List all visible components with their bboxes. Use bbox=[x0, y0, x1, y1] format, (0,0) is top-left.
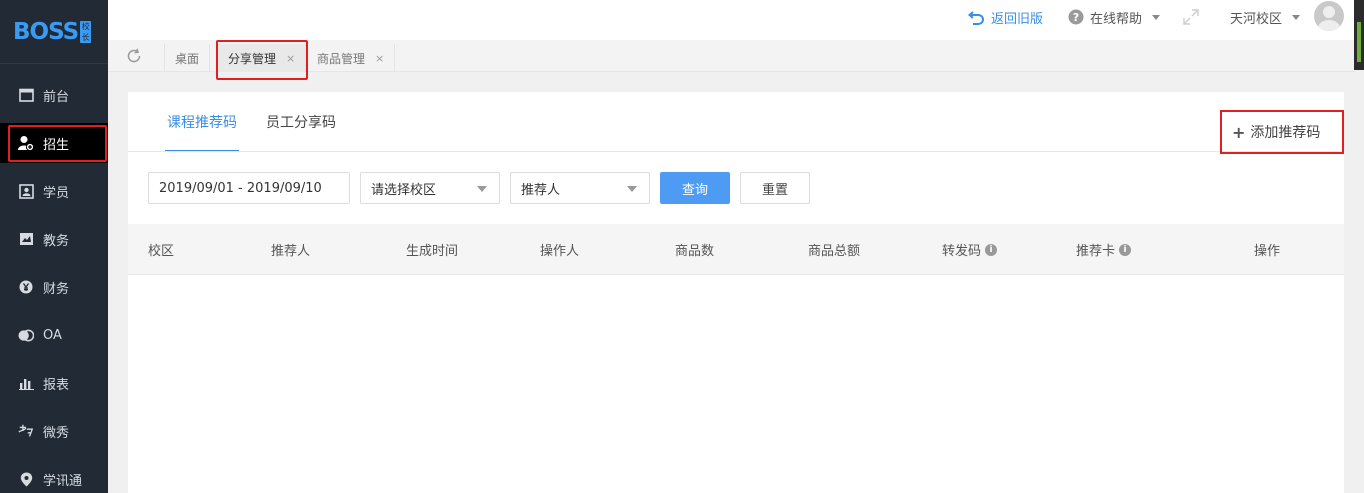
window-scrollbar[interactable] bbox=[1354, 0, 1364, 70]
subtab-divider bbox=[128, 151, 1344, 152]
calendar-icon bbox=[18, 87, 34, 103]
sidebar-item-xuexuntong[interactable]: 学讯通 bbox=[0, 459, 108, 493]
chevron-down-icon bbox=[477, 186, 487, 192]
sidebar-item-students[interactable]: 学员 bbox=[0, 171, 108, 211]
main-card: 课程推荐码 员工分享码 + 添加推荐码 2019/09/01 - 2019/09… bbox=[128, 92, 1344, 493]
app-logo[interactable]: BOSS 校长 bbox=[0, 0, 108, 64]
column-header: 商品数 bbox=[675, 244, 715, 259]
show-icon bbox=[18, 423, 34, 439]
sidebar-item-reports[interactable]: 报表 bbox=[0, 363, 108, 403]
column-label: 推荐卡 bbox=[1076, 244, 1116, 259]
tab-label: 商品管理 bbox=[317, 51, 366, 66]
back-to-old-version-link[interactable]: 返回旧版 bbox=[968, 0, 1043, 34]
campus-switcher[interactable]: 天河校区 bbox=[1230, 0, 1301, 34]
tab-desktop[interactable]: 桌面 bbox=[165, 44, 211, 72]
close-icon[interactable]: × bbox=[286, 52, 295, 65]
subtab-label: 课程推荐码 bbox=[167, 115, 237, 131]
sidebar-item-label: 微秀 bbox=[43, 425, 70, 441]
sidebar-item-label: 学讯通 bbox=[43, 473, 83, 489]
campus-select[interactable]: 请选择校区 bbox=[360, 172, 500, 204]
sidebar-item-label: 报表 bbox=[43, 377, 70, 393]
sidebar-item-weixiu[interactable]: 微秀 bbox=[0, 411, 108, 451]
column-header: 校区 bbox=[148, 244, 175, 259]
expand-icon bbox=[1183, 9, 1199, 25]
campus-select-placeholder: 请选择校区 bbox=[371, 182, 437, 198]
date-range-value: 2019/09/01 - 2019/09/10 bbox=[159, 180, 322, 196]
tab-label: 桌面 bbox=[175, 51, 200, 66]
online-help-menu[interactable]: ? 在线帮助 bbox=[1068, 0, 1161, 34]
oa-icon bbox=[18, 327, 34, 343]
column-header: 操作 bbox=[1254, 244, 1281, 259]
sidebar-item-label: 招生 bbox=[43, 137, 70, 153]
info-icon[interactable]: i bbox=[1119, 243, 1132, 256]
page-tabs-bar: 桌面 分享管理 × 商品管理 × bbox=[108, 40, 1354, 80]
sidebar-item-finance[interactable]: 财务 bbox=[0, 267, 108, 307]
sidebar-item-enrollment[interactable]: 招生 bbox=[0, 123, 108, 163]
chevron-down-icon bbox=[627, 186, 637, 192]
search-button[interactable]: 查询 bbox=[660, 172, 730, 204]
column-header-referral-card: 推荐卡 i bbox=[1076, 224, 1132, 275]
sidebar-item-label: 学员 bbox=[43, 185, 70, 201]
help-icon: ? bbox=[1068, 9, 1084, 25]
avatar[interactable] bbox=[1314, 1, 1344, 31]
close-icon[interactable]: × bbox=[375, 52, 384, 65]
sidebar-item-oa[interactable]: OA bbox=[0, 315, 108, 355]
tab-staff-share-code[interactable]: 员工分享码 bbox=[266, 92, 336, 152]
reset-button[interactable]: 重置 bbox=[740, 172, 810, 204]
subtab-label: 员工分享码 bbox=[266, 115, 336, 131]
book-icon bbox=[18, 231, 34, 247]
bar-chart-icon bbox=[18, 375, 34, 391]
table-header: 校区 推荐人 生成时间 操作人 商品数 商品总额 转发码 i 推荐卡 i 操作 bbox=[128, 224, 1344, 275]
sidebar-item-label: OA bbox=[43, 327, 62, 343]
plus-icon: + bbox=[1232, 122, 1246, 142]
logo-text: BOSS bbox=[13, 18, 79, 45]
yen-icon bbox=[18, 279, 34, 295]
info-icon[interactable]: i bbox=[985, 243, 998, 256]
column-header: 操作人 bbox=[540, 244, 580, 259]
sidebar-item-label: 教务 bbox=[43, 233, 70, 249]
column-header-forward-code: 转发码 i bbox=[942, 224, 998, 275]
tab-label: 分享管理 bbox=[228, 51, 277, 66]
user-add-icon bbox=[18, 135, 34, 151]
tab-product-management[interactable]: 商品管理 × bbox=[307, 44, 396, 72]
undo-icon bbox=[968, 10, 985, 25]
id-card-icon bbox=[18, 183, 34, 199]
add-referral-code-button[interactable]: + 添加推荐码 bbox=[1220, 110, 1344, 154]
sidebar: BOSS 校长 前台 招生 学员 教务 财务 OA 报表 微秀 学讯通 bbox=[0, 0, 108, 493]
help-label: 在线帮助 bbox=[1090, 11, 1143, 27]
svg-text:?: ? bbox=[1073, 11, 1079, 24]
date-range-input[interactable]: 2019/09/01 - 2019/09/10 bbox=[148, 172, 350, 204]
sidebar-item-label: 财务 bbox=[43, 281, 70, 297]
sidebar-item-academic[interactable]: 教务 bbox=[0, 219, 108, 259]
sidebar-item-label: 前台 bbox=[43, 89, 70, 105]
sidebar-item-frontdesk[interactable]: 前台 bbox=[0, 75, 108, 115]
chevron-down-icon bbox=[1292, 14, 1301, 20]
fullscreen-button[interactable] bbox=[1182, 0, 1200, 34]
top-header: 返回旧版 ? 在线帮助 天河校区 bbox=[108, 0, 1364, 40]
add-label: 添加推荐码 bbox=[1250, 125, 1321, 141]
logo-badge: 校长 bbox=[80, 20, 92, 43]
back-label: 返回旧版 bbox=[991, 11, 1044, 27]
column-header: 生成时间 bbox=[406, 244, 459, 259]
chevron-down-icon bbox=[1152, 14, 1161, 20]
referrer-select[interactable]: 推荐人 bbox=[510, 172, 650, 204]
refresh-icon[interactable] bbox=[126, 48, 142, 64]
column-header: 推荐人 bbox=[271, 244, 311, 259]
tab-course-referral-code[interactable]: 课程推荐码 bbox=[165, 92, 239, 152]
location-icon bbox=[18, 471, 34, 487]
tab-share-management[interactable]: 分享管理 × bbox=[215, 40, 309, 80]
referrer-select-placeholder: 推荐人 bbox=[521, 182, 561, 198]
column-header: 商品总额 bbox=[808, 244, 861, 259]
campus-label: 天河校区 bbox=[1230, 11, 1283, 27]
column-label: 转发码 bbox=[942, 244, 982, 259]
